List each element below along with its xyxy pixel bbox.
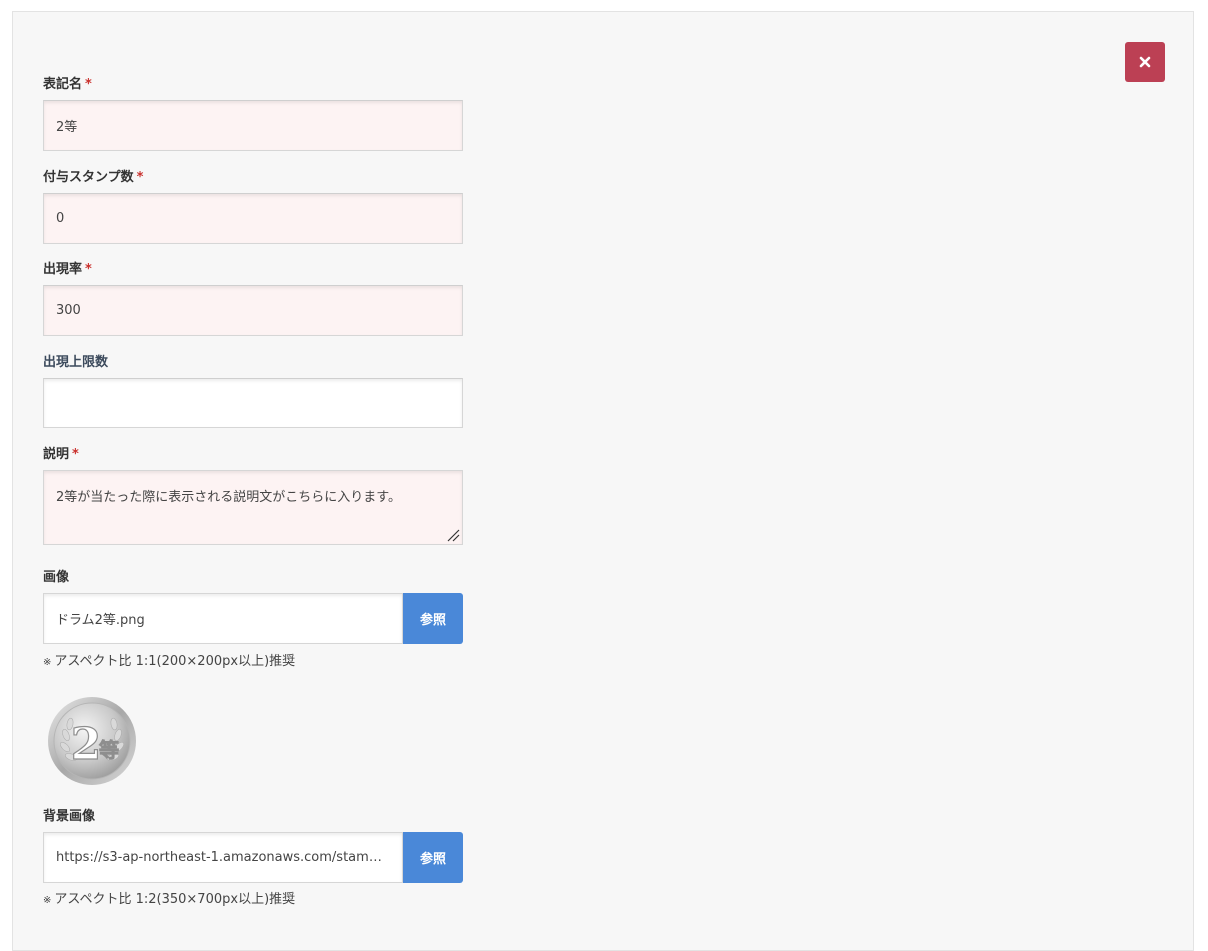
image-aspect-note: ※ アスペクト比 1:1(200×200px以上)推奨 [43,654,296,669]
field-description: 説明 * 2等が当たった際に表示される説明文がこちらに入ります。 [43,447,463,545]
description-label: 説明 * [43,447,79,462]
display-name-label: 表記名 * [43,77,92,92]
required-mark: * [85,77,92,92]
background-image-label: 背景画像 [43,809,96,824]
resize-handle-icon[interactable] [446,528,460,542]
image-label: 画像 [43,570,70,585]
background-image-file-input[interactable]: https://s3-ap-northeast-1.amazonaws.com/… [43,832,403,883]
required-mark: * [136,170,144,185]
stamp-count-label: 付与スタンプ数 * [43,170,144,185]
background-image-aspect-note: ※ アスペクト比 1:2(350×700px以上)推奨 [43,892,296,907]
svg-text:等: 等 [99,738,119,762]
description-textarea[interactable]: 2等が当たった際に表示される説明文がこちらに入ります。 [43,470,463,545]
stamp-count-input[interactable]: 0 [43,193,463,244]
field-appearance-limit: 出現上限数 [43,355,463,428]
field-stamp-count: 付与スタンプ数 * 0 [43,170,463,244]
appearance-rate-input[interactable]: 300 [43,285,463,336]
appearance-rate-label: 出現率 * [43,262,92,277]
close-icon [1139,56,1151,68]
display-name-input[interactable]: 2等 [43,100,463,151]
field-appearance-rate: 出現率 * 300 [43,262,463,336]
second-prize-medal-icon: 2 等 [48,697,136,785]
svg-text:2: 2 [71,719,102,770]
required-mark: * [72,447,79,462]
field-background-image: 背景画像 https://s3-ap-northeast-1.amazonaws… [43,809,463,907]
close-button[interactable] [1125,42,1165,82]
background-image-browse-button[interactable]: 参照 [403,832,463,883]
field-display-name: 表記名 * 2等 [43,77,463,151]
appearance-limit-label: 出現上限数 [43,355,109,370]
appearance-limit-input[interactable] [43,378,463,428]
image-file-input[interactable]: ドラム2等.png [43,593,403,644]
required-mark: * [85,262,92,277]
field-image: 画像 ドラム2等.png 参照 ※ アスペクト比 1:1(200×200px以上)… [43,570,463,669]
image-browse-button[interactable]: 参照 [403,593,463,644]
